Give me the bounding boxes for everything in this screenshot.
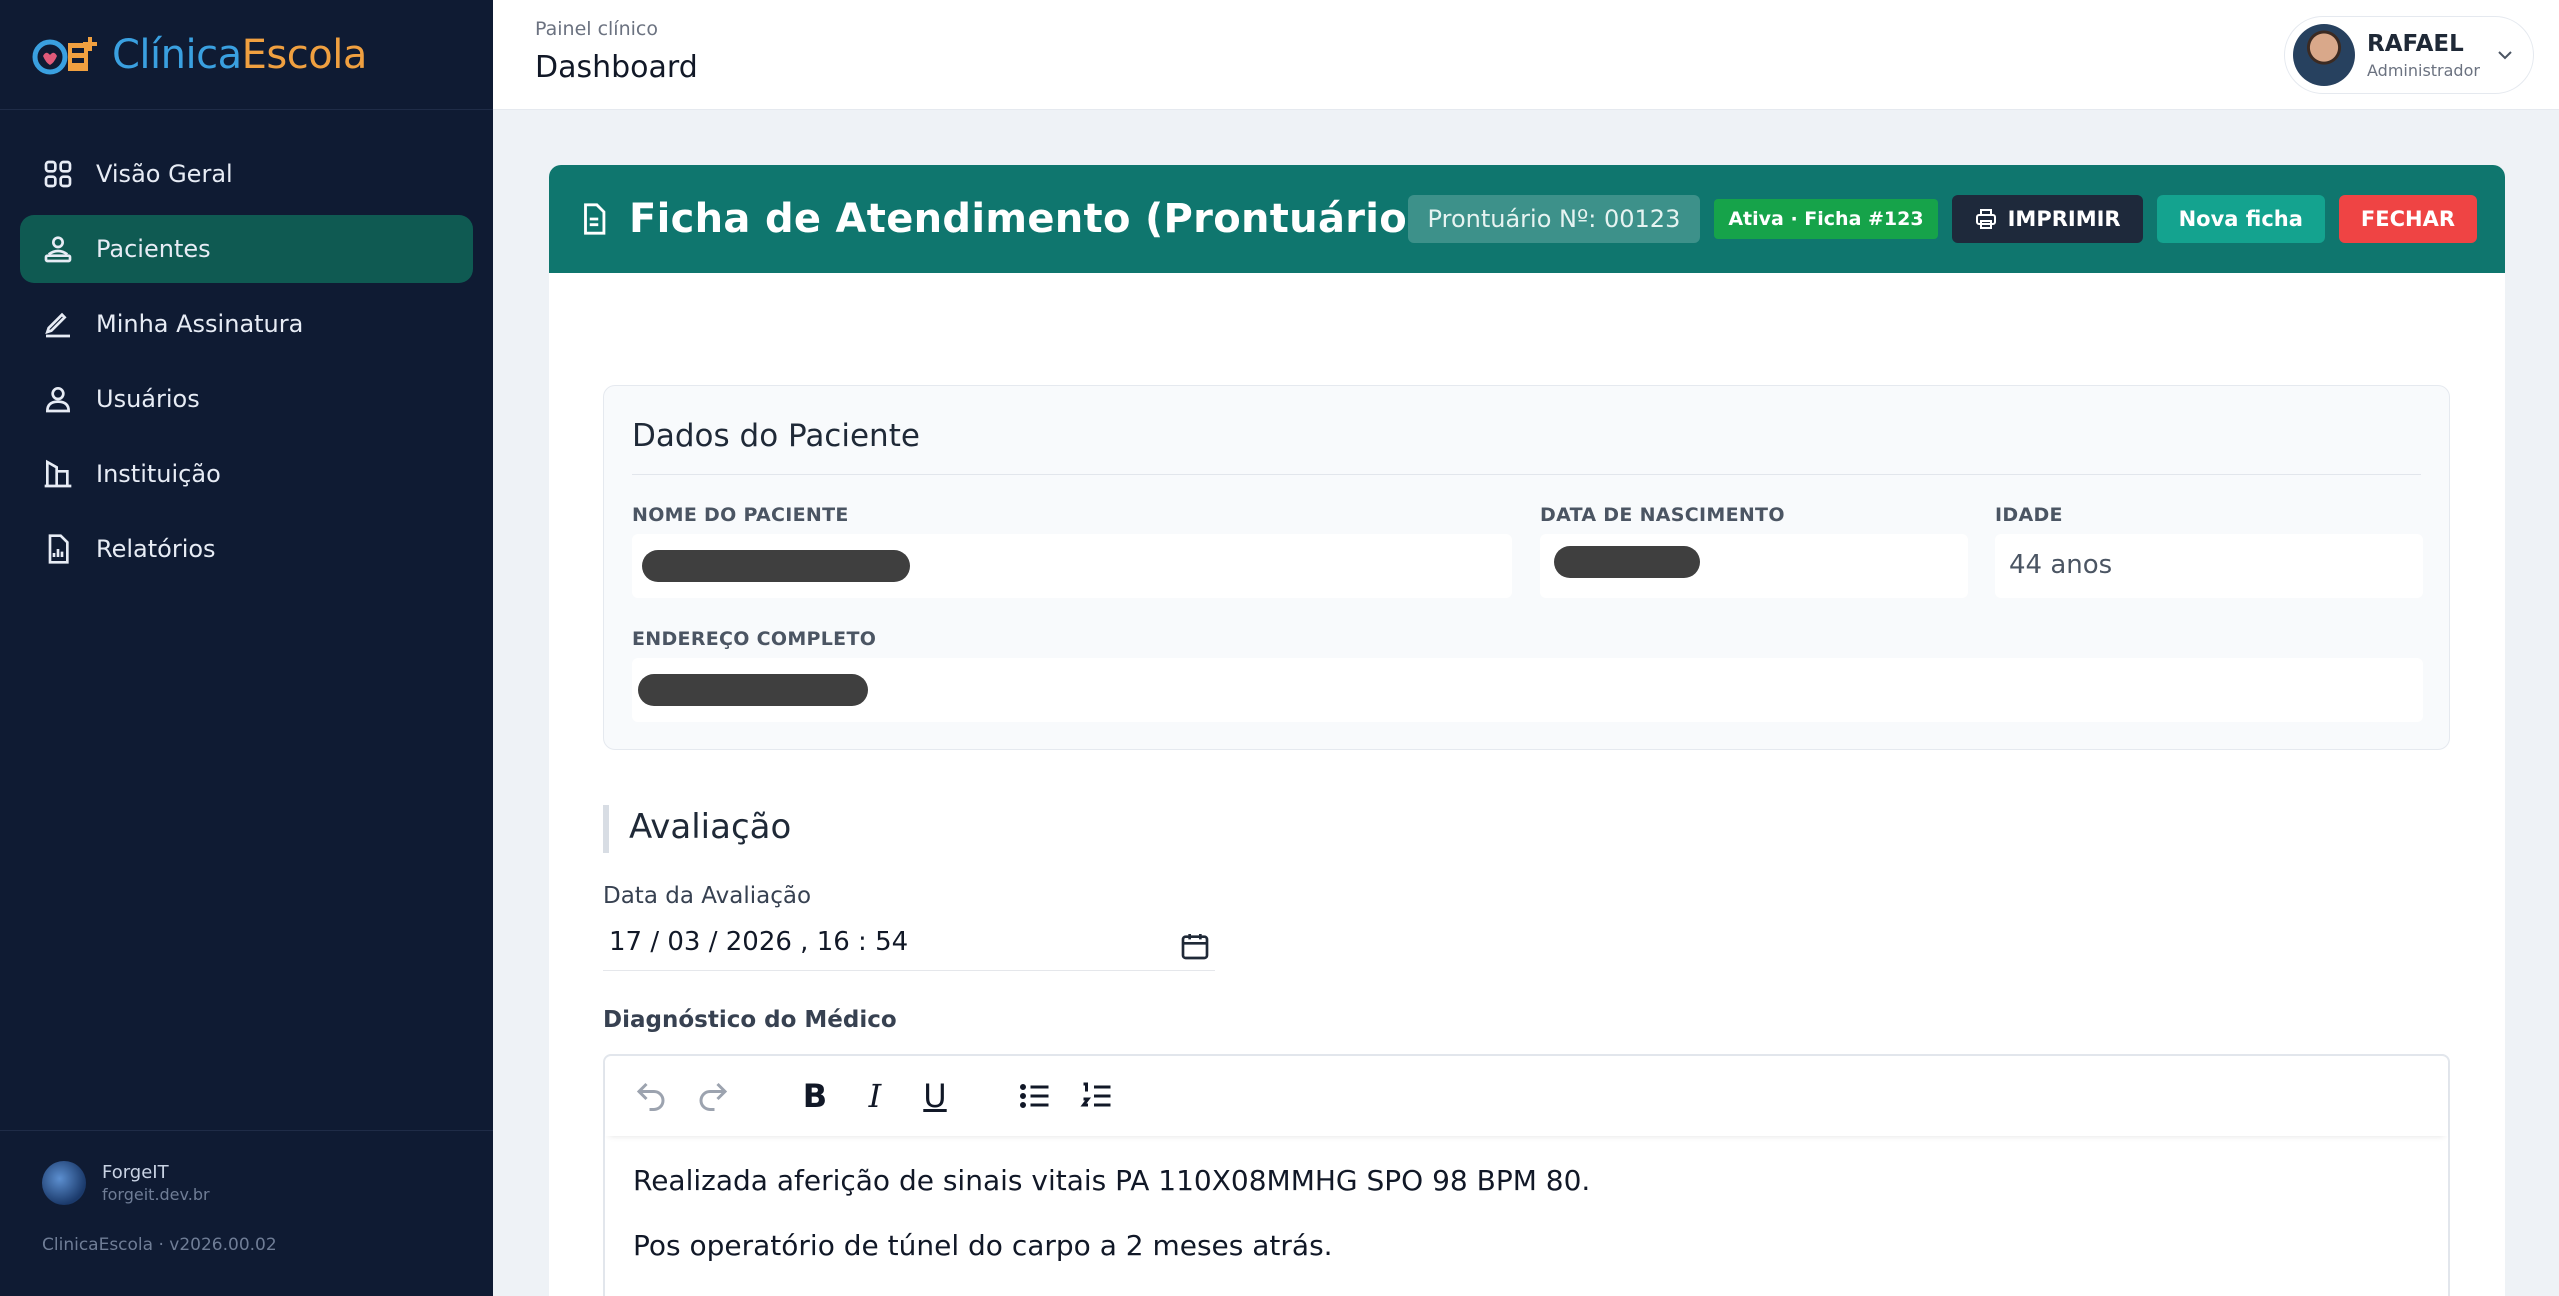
sidebar-item-label: Relatórios xyxy=(96,535,216,563)
card-header: Ficha de Atendimento (Prontuário) Prontu… xyxy=(549,165,2505,273)
sidebar-item-label: Minha Assinatura xyxy=(96,310,304,338)
section-accent-bar xyxy=(603,805,609,853)
breadcrumb: Painel clínico xyxy=(535,18,658,40)
print-button[interactable]: IMPRIMIR xyxy=(1951,195,2143,243)
building-icon xyxy=(44,459,72,488)
sidebar: ClínicaEscola Visão Geral Pacientes Minh… xyxy=(0,0,493,1296)
calendar-icon[interactable] xyxy=(1179,930,1211,962)
sidebar-item-pacientes[interactable]: Pacientes xyxy=(20,215,473,283)
avatar xyxy=(2293,24,2355,86)
globe-icon xyxy=(42,1161,86,1205)
sidebar-item-label: Usuários xyxy=(96,385,200,413)
record-card: Ficha de Atendimento (Prontuário) Prontu… xyxy=(549,165,2505,1296)
printer-icon xyxy=(1975,209,1996,229)
sidebar-item-visao-geral[interactable]: Visão Geral xyxy=(20,140,473,208)
sidebar-footer: ForgeIT forgeit.dev.br ClinicaEscola · v… xyxy=(0,1130,493,1296)
sidebar-item-label: Instituição xyxy=(96,460,221,488)
page-title: Dashboard xyxy=(535,50,698,85)
evaluation-date-input[interactable]: 17 / 03 / 2026 , 16 : 54 xyxy=(603,921,1215,971)
evaluation-date-value: 17 / 03 / 2026 , 16 : 54 xyxy=(609,927,909,957)
document-icon xyxy=(584,203,606,235)
header-actions: Prontuário Nº: 00123 Ativa · Ficha #123 … xyxy=(1407,195,2477,243)
sidebar-item-label: Visão Geral xyxy=(96,160,233,188)
brand-part-1: Clínica xyxy=(112,31,242,78)
redacted-patient-name xyxy=(642,550,910,582)
patient-section-title: Dados do Paciente xyxy=(632,418,920,454)
status-badge: Ativa · Ficha #123 xyxy=(1714,199,1938,239)
italic-button[interactable]: I xyxy=(857,1077,893,1115)
diagnosis-line: Realizada aferição de sinais vitais PA 1… xyxy=(633,1164,1591,1197)
sidebar-item-relatorios[interactable]: Relatórios xyxy=(20,515,473,583)
user-role: Administrador xyxy=(2367,60,2480,80)
editor-toolbar: B I U xyxy=(605,1056,2448,1136)
numbered-list-icon[interactable] xyxy=(1079,1078,1115,1114)
patient-data-section: Dados do Paciente NOME DO PACIENTE DATA … xyxy=(603,385,2450,750)
forgeit-url: forgeit.dev.br xyxy=(102,1185,210,1204)
user-menu[interactable]: RAFAEL Administrador xyxy=(2284,16,2534,94)
user-name: RAFAEL xyxy=(2367,30,2464,57)
chevron-down-icon xyxy=(2498,51,2512,60)
prontuario-number-badge: Prontuário Nº: 00123 xyxy=(1407,195,1701,243)
bold-button[interactable]: B xyxy=(797,1077,833,1115)
redacted-address xyxy=(638,674,868,706)
evaluation-date-label: Data da Avaliação xyxy=(603,883,812,909)
undo-icon[interactable] xyxy=(633,1078,669,1114)
sidebar-item-usuarios[interactable]: Usuários xyxy=(20,365,473,433)
sidebar-item-label: Pacientes xyxy=(96,235,211,263)
grid-icon xyxy=(44,160,72,188)
sidebar-nav: Visão Geral Pacientes Minha Assinatura U… xyxy=(0,110,493,583)
diagnosis-label: Diagnóstico do Médico xyxy=(603,1007,897,1033)
section-divider xyxy=(632,474,2421,475)
close-button[interactable]: FECHAR xyxy=(2338,195,2477,243)
birth-date-field[interactable] xyxy=(1540,534,1968,598)
sidebar-item-instituicao[interactable]: Instituição xyxy=(20,440,473,508)
redo-icon[interactable] xyxy=(695,1078,731,1114)
report-icon xyxy=(48,534,69,564)
evaluation-section-title: Avaliação xyxy=(629,807,792,847)
sidebar-item-minha-assinatura[interactable]: Minha Assinatura xyxy=(20,290,473,358)
underline-button[interactable]: U xyxy=(917,1077,953,1115)
age-label: IDADE xyxy=(1995,504,2063,526)
logo-mark-icon xyxy=(32,36,97,74)
brand-part-2: Escola xyxy=(241,31,368,78)
age-value: 44 anos xyxy=(2009,550,2113,580)
editor-content[interactable]: Realizada aferição de sinais vitais PA 1… xyxy=(605,1136,2448,1296)
users-icon xyxy=(45,387,71,413)
age-field[interactable]: 44 anos xyxy=(1995,534,2423,598)
brand-name: ClínicaEscola xyxy=(112,32,367,78)
address-field[interactable] xyxy=(632,658,2423,722)
card-title: Ficha de Atendimento (Prontuário) xyxy=(629,196,1426,242)
print-button-label: IMPRIMIR xyxy=(2007,207,2121,231)
address-label: ENDEREÇO COMPLETO xyxy=(632,628,877,650)
forgeit-credit[interactable]: ForgeIT forgeit.dev.br xyxy=(0,1131,493,1205)
redacted-birth-date xyxy=(1554,546,1700,578)
pen-icon xyxy=(45,312,70,338)
diagnosis-line: Pos operatório de túnel do carpo a 2 mes… xyxy=(633,1229,1333,1262)
forgeit-name: ForgeIT xyxy=(102,1162,169,1183)
new-record-button[interactable]: Nova ficha xyxy=(2156,195,2325,243)
patient-icon xyxy=(44,236,72,263)
diagnosis-editor[interactable]: B I U Realizada aferição de sinais vitai… xyxy=(603,1054,2450,1296)
top-bar: Painel clínico Dashboard RAFAEL Administ… xyxy=(493,0,2559,110)
patient-name-field[interactable] xyxy=(632,534,1512,598)
bullet-list-icon[interactable] xyxy=(1017,1078,1053,1114)
birth-date-label: DATA DE NASCIMENTO xyxy=(1540,504,1785,526)
app-logo[interactable]: ClínicaEscola xyxy=(0,0,493,110)
patient-name-label: NOME DO PACIENTE xyxy=(632,504,849,526)
app-version: ClinicaEscola · v2026.00.02 xyxy=(42,1235,277,1255)
